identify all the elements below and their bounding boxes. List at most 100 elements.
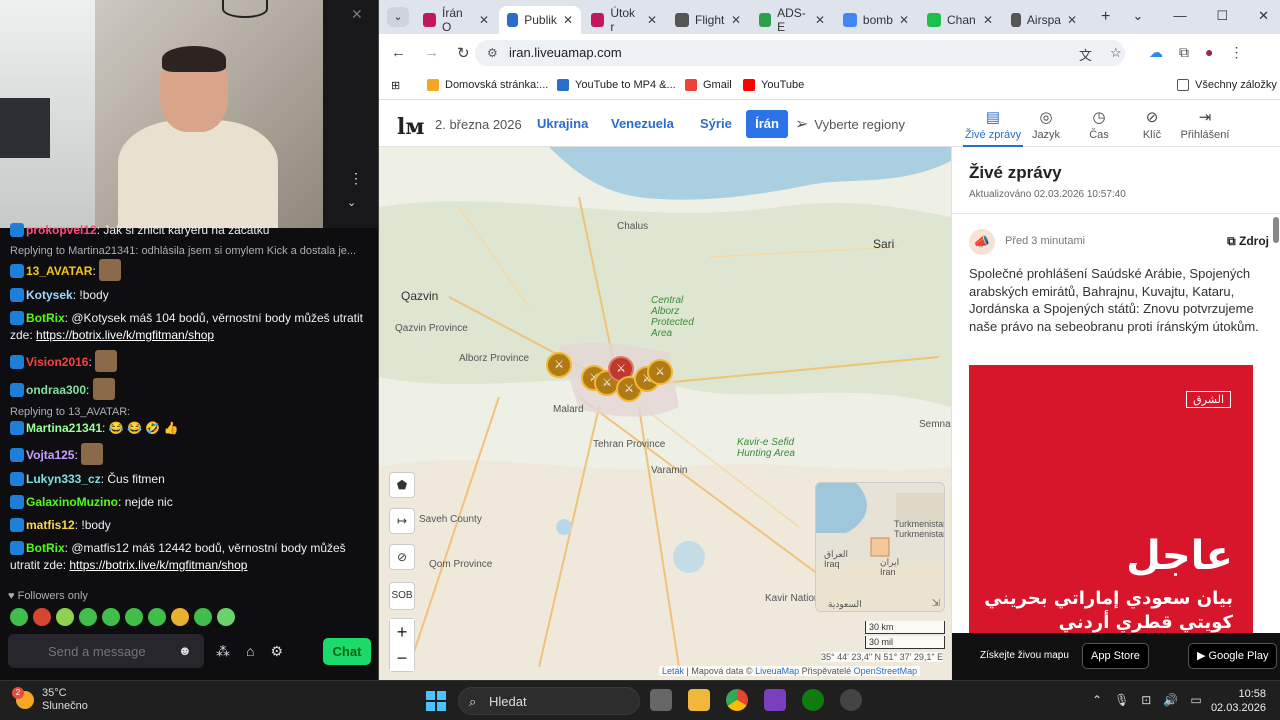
site-nav-item[interactable]: ▤ Živé zprávy	[963, 108, 1023, 147]
site-nav-item[interactable]: ◎ Jazyk	[1016, 108, 1076, 141]
xbox-icon[interactable]	[802, 689, 824, 711]
event-marker-icon[interactable]: ⚔	[546, 352, 572, 378]
task-view-icon[interactable]	[650, 689, 672, 711]
tab-close-icon[interactable]: ✕	[899, 13, 909, 27]
address-bar[interactable]: ⚙ iran.liveuamap.com	[475, 40, 1125, 66]
zoom-out-button[interactable]: −	[390, 645, 414, 671]
new-tab-icon[interactable]: +	[1101, 8, 1110, 26]
chat-username[interactable]: Martina21341	[26, 421, 102, 435]
browser-menu-icon[interactable]: ⋮	[1229, 44, 1243, 61]
emote[interactable]	[33, 608, 51, 626]
tab-close-icon[interactable]: ✕	[563, 13, 573, 27]
chat-link[interactable]: https://botrix.live/k/mgfitman/shop	[36, 328, 214, 342]
zoom-in-button[interactable]: +	[390, 619, 414, 645]
news-source-link[interactable]: ⧉ Zdroj	[1227, 234, 1269, 249]
chat-message-input[interactable]	[8, 634, 204, 668]
news-item-text[interactable]: Společné prohlášení Saúdské Arábie, Spoj…	[969, 265, 1259, 335]
emote[interactable]	[148, 608, 166, 626]
browser-tab[interactable]: Chan ✕	[919, 6, 1001, 34]
emote[interactable]	[56, 608, 74, 626]
liveuamap-logo[interactable]: lм	[397, 114, 424, 140]
chevron-down-icon[interactable]: ⌄	[347, 196, 356, 209]
chat-username[interactable]: Vision2016	[26, 355, 88, 369]
translate-icon[interactable]: 文	[1079, 45, 1092, 64]
settings-gear-icon[interactable]: ⚙	[270, 643, 283, 660]
close-window-icon[interactable]: ✕	[1258, 8, 1269, 24]
tab-close-icon[interactable]: ✕	[983, 13, 993, 27]
microphone-tray-icon[interactable]: 🎙	[1114, 693, 1129, 707]
taskbar-search[interactable]: ⌕ Hledat	[458, 687, 640, 715]
tab-close-icon[interactable]: ✕	[731, 13, 741, 27]
panel-scrollbar[interactable]	[1273, 217, 1279, 243]
emoji-icon[interactable]: ☻	[178, 643, 192, 658]
region-link-iran[interactable]: Írán	[746, 110, 788, 138]
tab-close-icon[interactable]: ✕	[815, 13, 825, 27]
clock[interactable]: 10:58 02.03.2026	[1211, 687, 1266, 715]
emote[interactable]	[125, 608, 143, 626]
minimap-toggle-icon[interactable]: ⇲	[932, 598, 940, 609]
all-bookmarks-button[interactable]: Všechny záložky	[1177, 79, 1277, 91]
back-icon[interactable]: ←	[391, 44, 406, 62]
site-info-icon[interactable]: ⚙	[487, 40, 498, 66]
chat-send-button[interactable]: Chat	[323, 638, 371, 665]
close-icon[interactable]: ✕	[351, 6, 363, 23]
osm-link[interactable]: OpenStreetMap	[854, 666, 918, 676]
emote[interactable]	[10, 608, 28, 626]
chat-username[interactable]: matfis12	[26, 518, 75, 532]
emote[interactable]	[102, 608, 120, 626]
forward-icon[interactable]: →	[424, 44, 439, 62]
chat-username[interactable]: 13_AVATAR	[26, 264, 92, 278]
tab-close-icon[interactable]: ✕	[479, 13, 489, 27]
chat-username[interactable]: prokopvel12	[26, 223, 97, 237]
chat-username[interactable]: Vojta125	[26, 448, 74, 462]
bookmark-item[interactable]: YouTube to MP4 &...	[557, 79, 676, 91]
google-play-button[interactable]: ▶ Google Play	[1188, 643, 1278, 669]
battery-icon[interactable]: ▭	[1190, 693, 1201, 707]
emote[interactable]	[79, 608, 97, 626]
tab-search-dropdown-icon[interactable]: ⌄	[387, 7, 409, 27]
event-marker-icon[interactable]: ⚔	[647, 359, 673, 385]
emote[interactable]	[194, 608, 212, 626]
chat-username[interactable]: GalaxinoMuzino	[26, 495, 118, 509]
leaflet-link[interactable]: Leták	[662, 666, 684, 676]
layer-button[interactable]: SOB	[389, 582, 415, 610]
liveuamap-link[interactable]: LiveuaMap	[755, 666, 799, 676]
news-item-image[interactable]: الشرق عاجل بيان سعودي إماراتي بحريني كوي…	[969, 365, 1253, 657]
apps-grid-icon[interactable]: ⊞	[391, 79, 400, 92]
chat-username[interactable]: ondraa300	[26, 383, 86, 397]
browser-tab[interactable]: ADS-E ✕	[751, 6, 833, 34]
chat-username[interactable]: Lukyn333_cz	[26, 472, 101, 486]
maximize-icon[interactable]: ☐	[1216, 8, 1228, 24]
store-icon[interactable]: ⌂	[246, 643, 254, 660]
minimap[interactable]: Turkmenistan Turkmenistan Iraq العراق Ir…	[815, 482, 945, 612]
browser-tab[interactable]: Airspa ✕	[1003, 6, 1085, 34]
chat-username[interactable]: BotRix	[26, 541, 65, 555]
app-icon[interactable]	[764, 689, 786, 711]
site-nav-item[interactable]: ⊘ Klíč	[1122, 108, 1182, 141]
tab-close-icon[interactable]: ✕	[1067, 13, 1077, 27]
draw-polygon-icon[interactable]: ⬟	[389, 472, 415, 498]
bookmark-item[interactable]: Gmail	[685, 79, 732, 91]
volume-icon[interactable]: 🔊	[1163, 693, 1178, 707]
emote[interactable]	[217, 608, 235, 626]
region-link-venezuela[interactable]: Venezuela	[611, 116, 674, 131]
network-icon[interactable]: ⊡	[1141, 693, 1151, 707]
site-nav-item[interactable]: ⇥ Přihlášení	[1175, 108, 1235, 141]
chrome-icon[interactable]	[726, 689, 748, 711]
profile-avatar-icon[interactable]: ●	[1205, 44, 1213, 61]
chat-username[interactable]: Kotysek	[26, 288, 73, 302]
windows-start-icon[interactable]	[426, 691, 446, 711]
weather-widget[interactable]: 2 35°C Slunečno	[12, 687, 88, 713]
chevron-up-icon[interactable]: ⌃	[1092, 693, 1102, 707]
extensions-icon[interactable]: ⁂	[216, 643, 230, 660]
map[interactable]: Chalus Sari Qazvin Qazvin Province Central A…	[379, 147, 951, 680]
more-options-icon[interactable]: ⋮	[349, 170, 363, 187]
app-icon[interactable]	[840, 689, 862, 711]
reload-icon[interactable]: ↻	[457, 44, 470, 62]
emote[interactable]	[171, 608, 189, 626]
bookmark-item[interactable]: Domovská stránka:...	[427, 79, 548, 91]
browser-tab[interactable]: Útok r ✕	[583, 6, 665, 34]
extensions-puzzle-icon[interactable]: ⧉	[1179, 44, 1189, 61]
bookmark-item[interactable]: YouTube	[743, 79, 804, 91]
browser-tab[interactable]: Írán O ✕	[415, 6, 497, 34]
